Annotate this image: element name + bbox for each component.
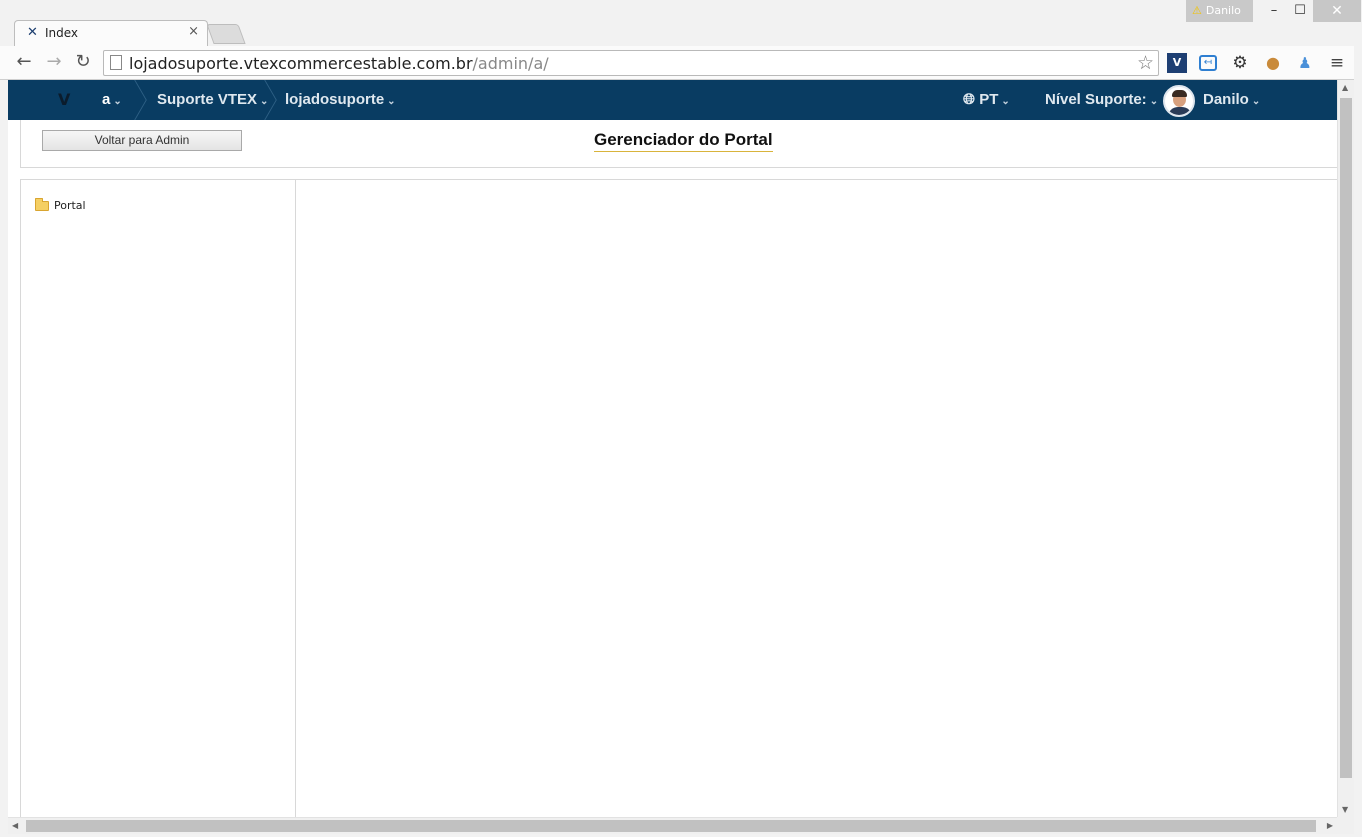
language-selector[interactable]: 🌐︎ PT ⌄ [963, 91, 1010, 108]
horizontal-scroll-thumb[interactable] [26, 820, 1316, 832]
scroll-right-icon[interactable]: ▶ [1327, 821, 1333, 830]
reload-icon[interactable]: ↻ [71, 50, 95, 74]
close-window-button[interactable]: ✕ [1313, 0, 1361, 22]
breadcrumb-separator [130, 80, 144, 120]
page-header-panel: Voltar para Admin Gerenciador do Portal [20, 120, 1337, 168]
folder-icon [35, 197, 49, 211]
warning-icon: ⚠ [1192, 4, 1202, 17]
bookmark-star-icon[interactable]: ☆ [1137, 52, 1154, 74]
tab-close-icon[interactable]: × [188, 24, 199, 39]
avatar[interactable] [1163, 85, 1195, 117]
browser-toolbar: ← → ↻ lojadosuporte.vtexcommercestable.c… [0, 46, 1362, 80]
address-bar[interactable]: lojadosuporte.vtexcommercestable.com.br/… [103, 50, 1159, 76]
content-panel [295, 179, 1337, 817]
portal-manager-page: Voltar para Admin Gerenciador do Portal … [8, 120, 1337, 817]
vtex-logo-icon[interactable]: V [58, 90, 70, 109]
url-text: lojadosuporte.vtexcommercestable.com.br/… [129, 54, 549, 73]
scroll-down-icon[interactable]: ▼ [1342, 805, 1348, 814]
vertical-scroll-thumb[interactable] [1340, 98, 1352, 778]
back-to-admin-button[interactable]: Voltar para Admin [42, 130, 242, 151]
cookie-icon[interactable]: ● [1263, 53, 1283, 73]
globe-icon: 🌐︎ [963, 91, 976, 108]
vertical-scrollbar[interactable]: ▲ ▼ [1337, 80, 1354, 817]
browser-titlebar: ✕ Index × ⚠ Danilo – ☐ ✕ [0, 0, 1362, 46]
portal-tree-panel: Portal [20, 179, 296, 817]
admin-header: V a ⌄ Suporte VTEX ⌄ lojadosuporte ⌄ 🌐︎ PT ⌄… [8, 80, 1337, 120]
chevron-down-icon: ⌄ [1149, 96, 1159, 107]
minimize-button[interactable]: – [1260, 0, 1288, 22]
chevron-down-icon: ⌄ [1001, 96, 1010, 107]
forward-arrow-icon[interactable]: → [42, 50, 66, 74]
profile-badge[interactable]: ⚠ Danilo [1186, 0, 1253, 22]
breadcrumb-store[interactable]: lojadosuporte ⌄ [285, 91, 396, 108]
horizontal-scrollbar[interactable]: ◀ ▶ [8, 817, 1337, 834]
tab-title: Index [45, 26, 79, 40]
tree-item-portal[interactable]: Portal [35, 195, 86, 214]
new-tab-button[interactable] [206, 24, 246, 44]
chevron-down-icon: ⌄ [113, 96, 122, 107]
menu-icon[interactable]: ≡ [1327, 53, 1347, 73]
vtex-extension-icon[interactable]: V [1167, 53, 1187, 73]
user-menu[interactable]: Danilo ⌄ [1203, 91, 1260, 108]
back-arrow-icon[interactable]: ← [12, 50, 36, 74]
breadcrumb-account[interactable]: a ⌄ [102, 91, 122, 108]
profile-name: Danilo [1205, 4, 1241, 17]
scroll-up-icon[interactable]: ▲ [1342, 83, 1348, 92]
tree-item-label: Portal [54, 199, 86, 212]
support-level-selector[interactable]: Nível Suporte: ⌄ [1045, 91, 1158, 108]
chevron-down-icon: ⌄ [1251, 96, 1261, 107]
page-icon [110, 55, 122, 70]
breadcrumb-separator [260, 80, 274, 120]
page-title: Gerenciador do Portal [594, 130, 773, 152]
vtex-favicon-icon: ✕ [27, 25, 38, 40]
chevron-down-icon: ⌄ [387, 96, 396, 107]
window-frame [1354, 46, 1362, 837]
scroll-left-icon[interactable]: ◀ [12, 821, 18, 830]
ghost-extension-icon[interactable]: ♟ [1295, 53, 1315, 73]
gear-icon[interactable]: ⚙ [1230, 53, 1250, 73]
maximize-button[interactable]: ☐ [1286, 0, 1314, 22]
browser-tab[interactable]: ✕ Index × [14, 20, 208, 46]
scrollbar-corner [1337, 817, 1354, 834]
ruler-extension-icon[interactable]: ↤ [1199, 55, 1217, 71]
